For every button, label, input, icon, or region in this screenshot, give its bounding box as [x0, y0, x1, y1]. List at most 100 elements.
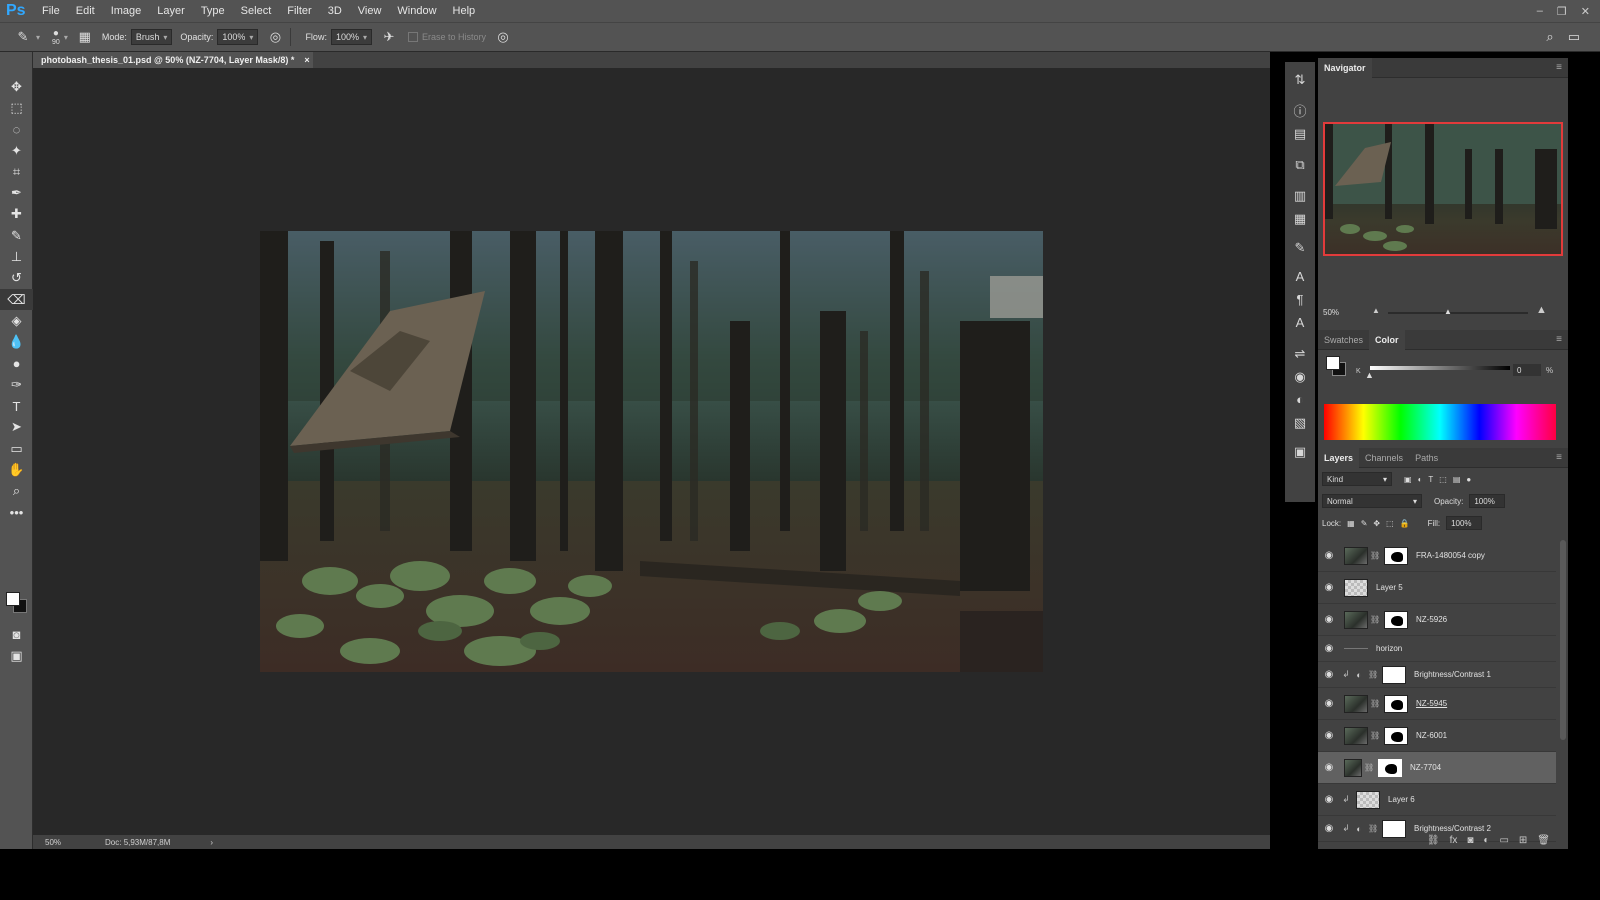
tab-paths[interactable]: Paths [1409, 448, 1444, 468]
erase-to-history-checkbox[interactable] [408, 32, 418, 42]
healing-brush-tool-icon[interactable]: ✚ [0, 204, 33, 225]
eye-icon[interactable]: ◉ [1318, 730, 1340, 741]
history-icon[interactable]: ⇅ [1285, 68, 1315, 91]
eye-icon[interactable]: ◉ [1318, 762, 1340, 773]
notes-icon[interactable]: ▦ [1285, 207, 1315, 230]
delete-layer-icon[interactable]: 🗑 [1537, 835, 1550, 846]
menu-item-edit[interactable]: Edit [68, 5, 103, 17]
menu-item-file[interactable]: File [34, 5, 68, 17]
panel-menu-icon[interactable]: ≡ [1556, 334, 1562, 345]
document-tab[interactable]: photobash_thesis_01.psd @ 50% (NZ-7704, … [33, 52, 313, 68]
brush-panel-icon[interactable]: ▦ [76, 28, 94, 46]
zoom-out-icon[interactable]: ▲ [1372, 306, 1380, 315]
quick-mask-icon[interactable]: ◙ [0, 624, 33, 645]
k-value-input[interactable]: 0 [1513, 364, 1541, 376]
clone-source-icon[interactable]: ⧉ [1285, 153, 1315, 176]
panel-menu-icon[interactable]: ≡ [1556, 62, 1562, 73]
minimize-icon[interactable]: – [1537, 5, 1543, 17]
measurement-icon[interactable]: ▤ [1285, 122, 1315, 145]
foreground-color-swatch[interactable] [6, 592, 20, 606]
lock-transparent-icon[interactable]: ▦ [1347, 519, 1355, 528]
navigator-thumbnail[interactable] [1323, 122, 1563, 256]
fx-icon[interactable]: fx [1450, 835, 1458, 846]
blur-tool-icon[interactable]: 💧 [0, 332, 33, 353]
menu-item-window[interactable]: Window [389, 5, 444, 17]
document-canvas[interactable] [260, 231, 1043, 672]
lock-artboard-icon[interactable]: ⬚ [1386, 519, 1394, 528]
path-selection-tool-icon[interactable]: ➤ [0, 417, 33, 438]
new-layer-icon[interactable]: ⊞ [1519, 835, 1527, 846]
properties-icon[interactable]: ▥ [1285, 184, 1315, 207]
layer-mask-thumbnail[interactable] [1384, 694, 1408, 713]
layers-scrollbar[interactable] [1560, 540, 1566, 740]
eye-icon[interactable]: ◉ [1318, 550, 1340, 561]
airbrush-icon[interactable]: ✈ [380, 28, 398, 46]
layer-row[interactable]: ◉ ↲ ◐ ⛓ Brightness/Contrast 1 [1318, 662, 1556, 688]
menu-item-select[interactable]: Select [233, 5, 280, 17]
tab-color[interactable]: Color [1369, 329, 1405, 350]
link-icon[interactable]: ⛓ [1368, 670, 1378, 679]
filter-type-icon[interactable]: T [1428, 475, 1433, 484]
pen-tool-icon[interactable]: ✑ [0, 374, 33, 395]
opacity-input[interactable]: 100% ▾ [217, 29, 259, 45]
restore-icon[interactable]: ❐ [1557, 5, 1567, 18]
styles-icon[interactable]: ◉ [1285, 365, 1315, 388]
eraser-tool-preset-icon[interactable]: ✎ [14, 28, 32, 46]
eraser-tool-icon[interactable]: ⌫ [0, 288, 33, 311]
clone-stamp-tool-icon[interactable]: ⊥ [0, 246, 33, 267]
libraries-icon[interactable]: ▣ [1285, 440, 1315, 463]
link-layers-icon[interactable]: ⛓ [1427, 835, 1440, 846]
k-slider-handle[interactable]: ▲ [1365, 370, 1374, 380]
type-tool-icon[interactable]: T [0, 395, 33, 416]
brush-presets-icon[interactable]: ✎ [1285, 236, 1315, 259]
new-adjustment-icon[interactable]: ◐ [1483, 835, 1489, 846]
eye-icon[interactable]: ◉ [1318, 698, 1340, 709]
eyedropper-tool-icon[interactable]: ✒ [0, 182, 33, 203]
eye-icon[interactable]: ◉ [1318, 669, 1340, 680]
link-icon[interactable]: ⛓ [1370, 551, 1380, 560]
layer-row[interactable]: ◉ ⛓ NZ-6001 [1318, 720, 1556, 752]
mode-select[interactable]: Brush ▾ [130, 29, 173, 45]
zoom-tool-icon[interactable]: ⌕ [0, 481, 33, 502]
chevron-down-icon[interactable]: ▾ [64, 33, 68, 42]
info-icon[interactable]: ⓘ [1285, 99, 1315, 122]
close-tab-icon[interactable]: × [304, 55, 309, 65]
paint-bucket-tool-icon[interactable]: ◈ [0, 310, 33, 331]
brush-tool-icon[interactable]: ✎ [0, 225, 33, 246]
zoom-level[interactable]: 50% [45, 838, 61, 847]
layer-row-selected[interactable]: ◉ ⛓ NZ-7704 [1318, 752, 1556, 784]
layer-mask-thumbnail[interactable] [1384, 546, 1408, 565]
foreground-color-chip[interactable] [1326, 356, 1340, 370]
layer-mask-thumbnail[interactable] [1378, 758, 1402, 777]
tab-layers[interactable]: Layers [1318, 447, 1360, 468]
link-icon[interactable]: ⛓ [1364, 763, 1374, 772]
marquee-tool-icon[interactable]: ⬚ [0, 97, 33, 118]
lock-all-icon[interactable]: 🔒 [1400, 519, 1410, 528]
menu-item-help[interactable]: Help [445, 5, 484, 17]
eye-icon[interactable]: ◉ [1318, 614, 1340, 625]
new-group-icon[interactable]: ▭ [1499, 835, 1508, 846]
pressure-opacity-icon[interactable]: ◎ [266, 28, 284, 46]
filter-pixel-icon[interactable]: ▣ [1404, 475, 1412, 484]
history-brush-tool-icon[interactable]: ↺ [0, 268, 33, 289]
zoom-in-icon[interactable]: ▲ [1536, 304, 1547, 316]
link-icon[interactable]: ⛓ [1370, 615, 1380, 624]
lock-position-icon[interactable]: ✥ [1373, 519, 1380, 528]
blend-mode-select[interactable]: Normal ▾ [1322, 494, 1422, 508]
menu-item-filter[interactable]: Filter [279, 5, 319, 17]
move-tool-icon[interactable]: ✥ [0, 76, 33, 97]
tab-channels[interactable]: Channels [1359, 448, 1409, 468]
layer-name[interactable]: NZ-5926 [1416, 615, 1447, 624]
layer-name[interactable]: Brightness/Contrast 1 [1414, 670, 1491, 679]
lasso-tool-icon[interactable]: ◌ [0, 119, 33, 140]
layer-name[interactable]: horizon [1376, 644, 1402, 653]
screen-mode-icon[interactable]: ▣ [0, 645, 33, 666]
layer-mask-thumbnail[interactable] [1382, 665, 1406, 684]
flow-input[interactable]: 100% ▾ [330, 29, 372, 45]
menu-item-type[interactable]: Type [193, 5, 233, 17]
menu-item-view[interactable]: View [350, 5, 390, 17]
filter-toggle-icon[interactable]: ● [1466, 475, 1471, 484]
navigator-zoom-slider[interactable] [1388, 312, 1528, 314]
character-icon[interactable]: A [1285, 265, 1315, 288]
actions-icon[interactable]: ▧ [1285, 411, 1315, 434]
